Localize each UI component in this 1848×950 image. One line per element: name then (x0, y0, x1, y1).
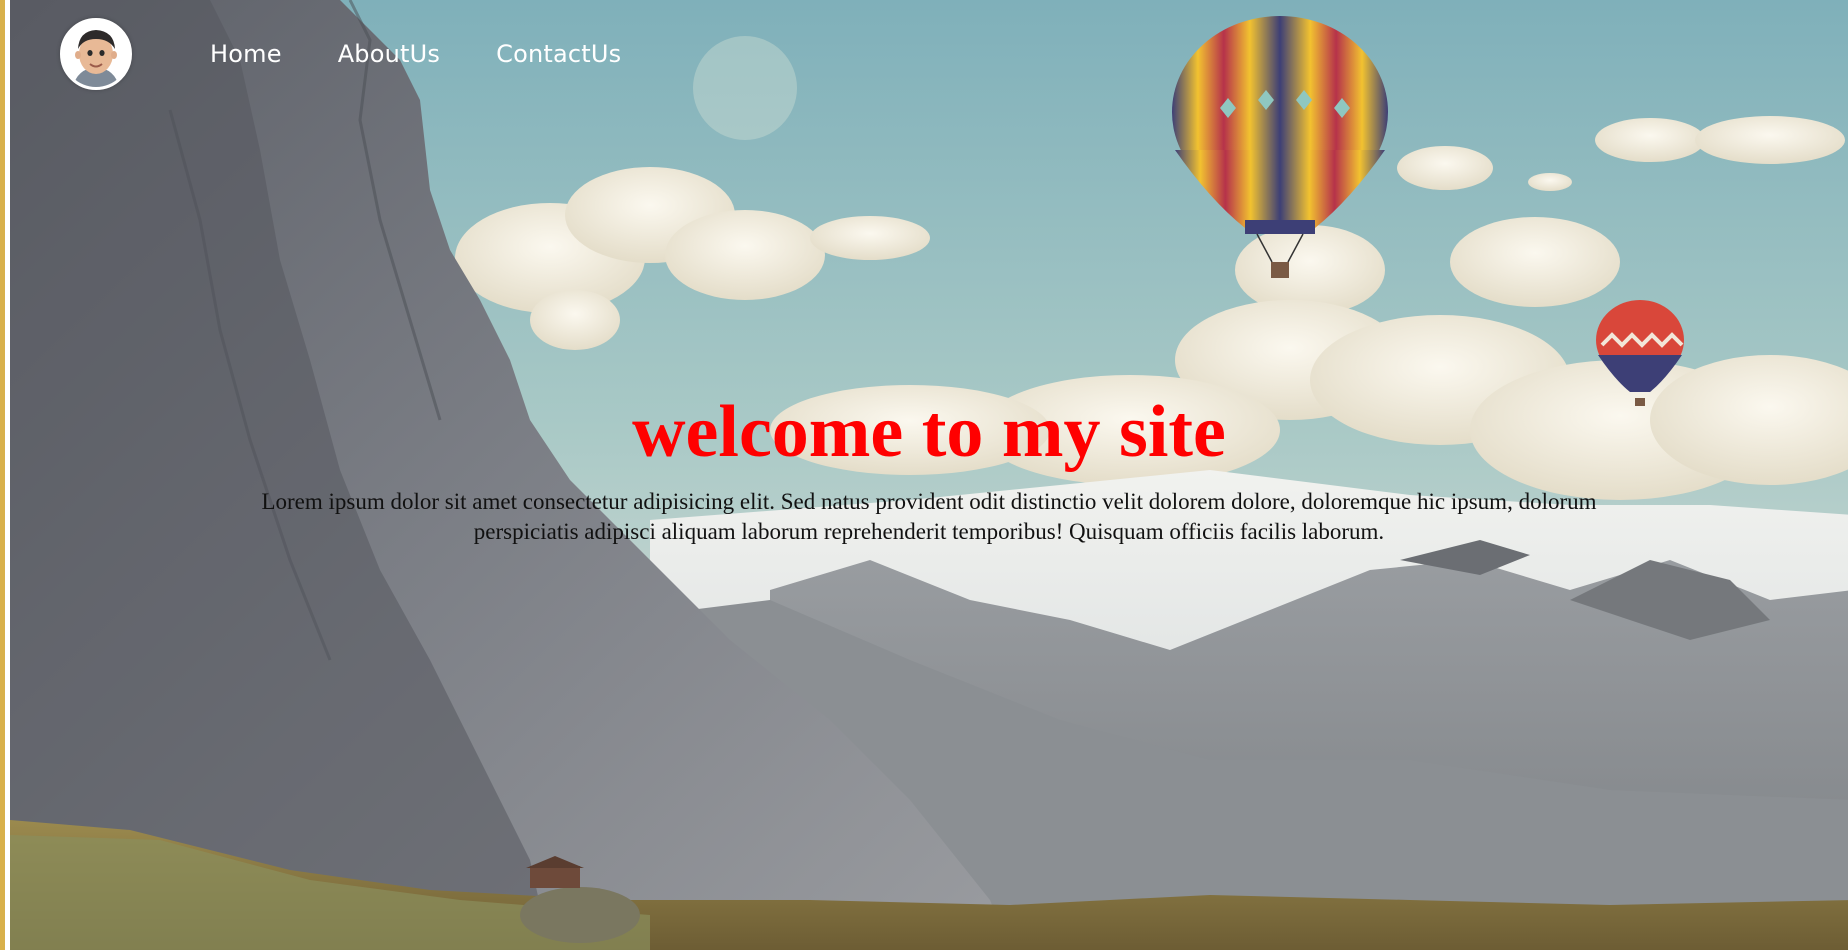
nav-link-aboutus[interactable]: AboutUs (338, 40, 440, 68)
mountain-landscape-image (10, 0, 1848, 950)
hero-title: welcome to my site (632, 391, 1226, 473)
top-navigation: Home AboutUs ContactUs (60, 16, 677, 91)
avatar[interactable] (60, 17, 132, 90)
hero-background (10, 0, 1848, 950)
nav-link-contactus[interactable]: ContactUs (496, 40, 621, 68)
page-frame: Home AboutUs ContactUs welcome to my sit… (0, 0, 1848, 950)
nav-link-home[interactable]: Home (210, 40, 282, 68)
memoji-avatar-icon (63, 20, 129, 87)
hero-description: Lorem ipsum dolor sit amet consectetur a… (261, 489, 1597, 544)
